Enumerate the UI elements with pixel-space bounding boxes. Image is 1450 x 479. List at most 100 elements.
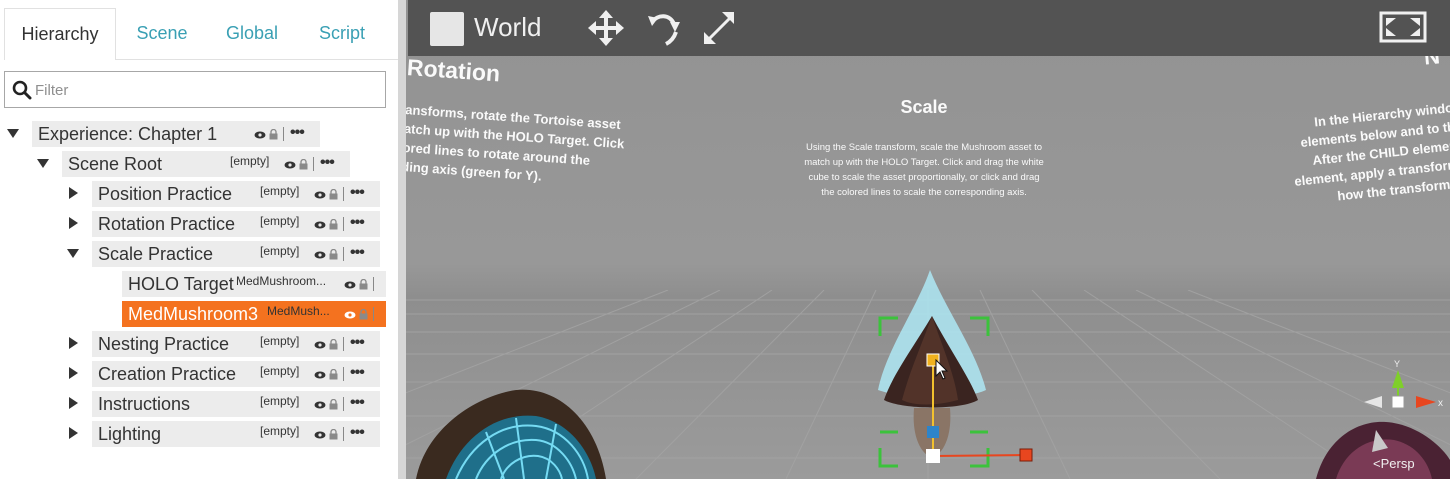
icon-separator (373, 277, 374, 291)
more-options-icon[interactable]: ••• (350, 364, 365, 382)
tree-row[interactable]: Experience: Chapter 1 ••• (0, 121, 398, 147)
more-options-icon[interactable]: ••• (350, 244, 365, 262)
visibility-eye-icon[interactable] (344, 281, 356, 289)
lock-icon[interactable] (329, 219, 338, 230)
collapsed-arrow-icon[interactable] (66, 396, 80, 410)
icon-separator (343, 397, 344, 411)
expanded-arrow-icon[interactable] (36, 156, 50, 170)
tree-node[interactable]: Position Practice [empty] ••• (92, 181, 380, 207)
tree-row[interactable]: Nesting Practice [empty] ••• (0, 331, 398, 357)
visibility-eye-icon[interactable] (314, 251, 326, 259)
lock-icon[interactable] (329, 189, 338, 200)
lock-icon[interactable] (359, 309, 368, 320)
gizmo-y-label: Y (1394, 359, 1400, 369)
tree-row[interactable]: Rotation Practice [empty] ••• (0, 211, 398, 237)
visibility-eye-icon[interactable] (254, 131, 266, 139)
panel-splitter[interactable] (398, 0, 406, 479)
visibility-eye-icon[interactable] (344, 311, 356, 319)
projection-label[interactable]: <Persp (1373, 456, 1415, 471)
orientation-gizmo[interactable]: Y x (1356, 356, 1446, 426)
visibility-eye-icon[interactable] (314, 341, 326, 349)
tree-node-label: Scene Root (68, 154, 163, 174)
tree-node[interactable]: Instructions [empty] ••• (92, 391, 380, 417)
tab-hierarchy[interactable]: Hierarchy (4, 8, 116, 60)
lock-icon[interactable] (299, 159, 308, 170)
tree-node[interactable]: HOLO Target MedMushroom... (122, 271, 386, 297)
more-options-icon[interactable]: ••• (350, 184, 365, 202)
tabs-divider (116, 59, 398, 60)
tab-scene[interactable]: Scene (116, 8, 208, 60)
collapsed-arrow-icon[interactable] (66, 336, 80, 350)
collapsed-arrow-icon[interactable] (66, 216, 80, 230)
tree-row[interactable]: HOLO Target MedMushroom... (0, 271, 398, 297)
tree-row[interactable]: Scale Practice [empty] ••• (0, 241, 398, 267)
more-options-icon[interactable]: ••• (350, 214, 365, 232)
visibility-eye-icon[interactable] (314, 431, 326, 439)
more-options-icon[interactable]: ••• (290, 124, 305, 142)
fullscreen-icon[interactable] (1378, 10, 1428, 44)
icon-separator (343, 187, 344, 201)
expanded-arrow-icon[interactable] (6, 126, 20, 140)
rotate-tool-icon[interactable] (644, 8, 684, 48)
scale-title: Scale (900, 97, 948, 117)
tree-node-type-tag: [empty] (260, 364, 300, 378)
tree-node[interactable]: Scale Practice [empty] ••• (92, 241, 380, 267)
tree-node[interactable]: Nesting Practice [empty] ••• (92, 331, 380, 357)
collapsed-arrow-icon[interactable] (66, 366, 80, 380)
tree-node-label: MedMushroom3 (128, 304, 259, 324)
lock-icon[interactable] (359, 279, 368, 290)
tree-row[interactable]: Lighting [empty] ••• (0, 421, 398, 447)
tree-row[interactable]: Instructions [empty] ••• (0, 391, 398, 417)
filter-input[interactable] (35, 76, 375, 104)
tree-node[interactable]: Creation Practice [empty] ••• (92, 361, 380, 387)
collapsed-arrow-icon[interactable] (66, 186, 80, 200)
world-space-label: World (474, 12, 542, 42)
visibility-eye-icon[interactable] (314, 221, 326, 229)
lock-icon[interactable] (329, 369, 338, 380)
lock-icon[interactable] (329, 249, 338, 260)
icon-separator (343, 367, 344, 381)
lock-icon[interactable] (329, 339, 338, 350)
lock-icon[interactable] (329, 399, 338, 410)
tree-row[interactable]: Creation Practice [empty] ••• (0, 361, 398, 387)
tree-node[interactable]: Scene Root [empty] ••• (62, 151, 350, 177)
tree-row[interactable]: MedMushroom3 MedMush... (0, 301, 398, 327)
filter-box[interactable] (4, 71, 386, 108)
icon-separator (343, 427, 344, 441)
lock-icon[interactable] (269, 129, 278, 140)
tree-node-label: Rotation Practice (98, 214, 236, 234)
expanded-arrow-icon[interactable] (66, 246, 80, 260)
visibility-eye-icon[interactable] (314, 191, 326, 199)
lock-icon[interactable] (329, 429, 338, 440)
tree-node-label: Lighting (98, 424, 162, 444)
tree-node[interactable]: Experience: Chapter 1 ••• (32, 121, 320, 147)
tree-node[interactable]: Lighting [empty] ••• (92, 421, 380, 447)
world-space-checkbox[interactable] (430, 12, 464, 46)
tab-global[interactable]: Global (208, 8, 296, 60)
mushroom-asset[interactable] (866, 260, 1046, 479)
more-options-icon[interactable]: ••• (350, 394, 365, 412)
tree-row[interactable]: Scene Root [empty] ••• (0, 151, 398, 177)
collapsed-arrow-icon[interactable] (66, 426, 80, 440)
tortoise-asset[interactable] (406, 378, 616, 479)
tree-node[interactable]: MedMushroom3 MedMush... (122, 301, 386, 327)
visibility-eye-icon[interactable] (284, 161, 296, 169)
move-tool-icon[interactable] (586, 8, 626, 48)
tree-row[interactable]: Position Practice [empty] ••• (0, 181, 398, 207)
more-options-icon[interactable]: ••• (350, 424, 365, 442)
tree-node-type-tag: [empty] (260, 334, 300, 348)
search-icon (12, 80, 32, 100)
visibility-eye-icon[interactable] (314, 371, 326, 379)
tree-node[interactable]: Rotation Practice [empty] ••• (92, 211, 380, 237)
tree-node-label: Instructions (98, 394, 191, 414)
tab-script[interactable]: Script (296, 8, 388, 60)
tree-node-label: Position Practice (98, 184, 233, 204)
tree-node-type-tag: [empty] (260, 244, 300, 258)
rotation-instructions: ansforms, rotate the Tortoise asset atch… (406, 101, 625, 184)
more-options-icon[interactable]: ••• (320, 154, 335, 172)
more-options-icon[interactable]: ••• (350, 334, 365, 352)
tree-node-type-tag: MedMush... (267, 304, 330, 318)
scale-tool-icon[interactable] (700, 8, 740, 48)
scene-viewport[interactable]: Rotation ansforms, rotate the Tortoise a… (406, 0, 1450, 479)
visibility-eye-icon[interactable] (314, 401, 326, 409)
